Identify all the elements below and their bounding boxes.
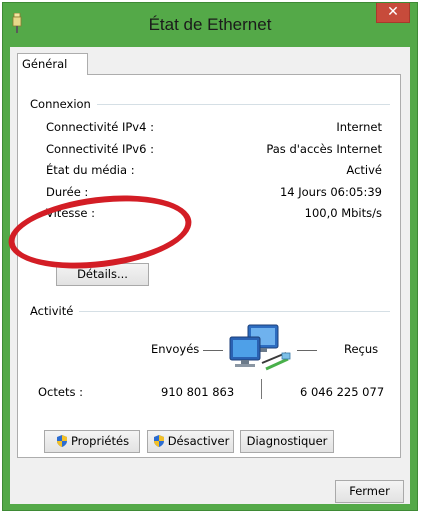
- uac-shield-icon: [56, 435, 67, 447]
- title-bar[interactable]: État de Ethernet ✕: [3, 3, 417, 47]
- bytes-sent-value: 910 801 863: [161, 385, 235, 399]
- info-row-speed: Vitesse : 100,0 Mbits/s: [46, 206, 382, 221]
- bytes-label: Octets :: [38, 385, 83, 399]
- activite-heading: Activité: [30, 304, 80, 318]
- info-label: Vitesse :: [46, 206, 95, 220]
- info-value: Activé: [346, 163, 382, 177]
- connexion-heading: Connexion: [30, 97, 97, 111]
- sent-connector-line: [203, 350, 223, 351]
- dialog-client-area: Général Connexion Connectivité IPv4 : In…: [10, 47, 410, 504]
- activity-separator: [261, 379, 262, 399]
- info-row-ipv4: Connectivité IPv4 : Internet: [46, 120, 382, 135]
- info-row-media-state: État du média : Activé: [46, 163, 382, 178]
- disable-button[interactable]: Désactiver: [147, 430, 234, 453]
- info-value: Internet: [336, 120, 382, 134]
- bytes-received-value: 6 046 225 077: [300, 385, 385, 399]
- network-computers-icon: [229, 324, 291, 371]
- received-label: Reçus: [344, 342, 379, 356]
- details-button[interactable]: Détails...: [56, 263, 149, 286]
- properties-button[interactable]: Propriétés: [44, 430, 140, 453]
- uac-shield-icon: [153, 435, 164, 447]
- window: État de Ethernet ✕ Général Connexion Con…: [2, 2, 418, 511]
- group-divider: [30, 311, 390, 312]
- info-value: 14 Jours 06:05:39: [279, 185, 382, 199]
- close-dialog-button[interactable]: Fermer: [335, 480, 404, 503]
- window-title: État de Ethernet: [148, 15, 272, 34]
- disable-label: Désactiver: [167, 434, 230, 448]
- info-label: Connectivité IPv4 :: [46, 120, 154, 134]
- close-button[interactable]: ✕: [376, 3, 410, 23]
- info-label: État du média :: [46, 163, 135, 177]
- activite-group-header: Activité: [30, 304, 390, 318]
- info-row-duration: Durée : 14 Jours 06:05:39: [46, 185, 382, 200]
- received-connector-line: [297, 350, 317, 351]
- tab-general[interactable]: Général: [17, 53, 88, 75]
- info-value: Pas d'accès Internet: [266, 142, 382, 156]
- sent-label: Envoyés: [151, 342, 200, 356]
- info-value: 100,0 Mbits/s: [304, 206, 382, 220]
- tab-panel-general: Connexion Connectivité IPv4 : Internet C…: [17, 74, 401, 458]
- properties-label: Propriétés: [70, 434, 130, 448]
- close-icon: ✕: [387, 4, 399, 20]
- info-label: Durée :: [46, 185, 89, 199]
- diagnose-button[interactable]: Diagnostiquer: [240, 430, 334, 453]
- info-label: Connectivité IPv6 :: [46, 142, 154, 156]
- connexion-group-header: Connexion: [30, 97, 390, 111]
- info-row-ipv6: Connectivité IPv6 : Pas d'accès Internet: [46, 142, 382, 157]
